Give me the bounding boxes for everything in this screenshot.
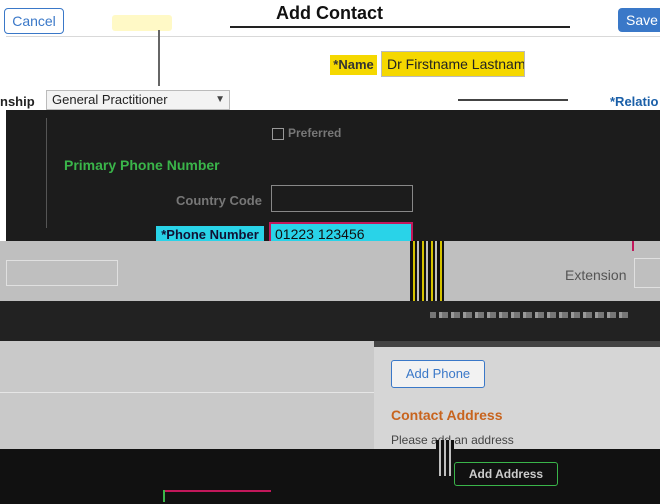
bottom-panel xyxy=(0,449,660,504)
relationship-select[interactable]: General Practitioner ▼ xyxy=(46,90,230,110)
country-code-field[interactable] xyxy=(271,185,413,212)
title-underline xyxy=(230,26,570,28)
dark-strip xyxy=(0,301,660,341)
left-form-area xyxy=(0,341,374,449)
add-address-button[interactable]: Add Address xyxy=(454,462,558,486)
relationship-label-right: *Relatio xyxy=(610,94,659,109)
preferred-checkbox[interactable] xyxy=(272,128,284,140)
render-artifact-bottom xyxy=(436,440,454,476)
add-phone-button[interactable]: Add Phone xyxy=(391,360,485,388)
name-field[interactable]: Dr Firstname Lastname xyxy=(381,51,525,77)
preferred-label: Preferred xyxy=(288,126,342,140)
save-button[interactable]: Save xyxy=(618,8,660,32)
relationship-divider xyxy=(458,99,568,101)
phone-number-input[interactable] xyxy=(6,260,118,286)
name-label: *Name xyxy=(330,55,377,75)
render-artifact-strip xyxy=(430,312,630,318)
page-title: Add Contact xyxy=(276,3,383,23)
contact-address-title: Contact Address xyxy=(391,407,503,423)
extension-label: Extension xyxy=(565,267,627,283)
bottom-focus-edge xyxy=(163,490,165,502)
country-code-label: Country Code xyxy=(176,193,262,208)
render-artifact xyxy=(410,241,444,309)
relationship-select-value: General Practitioner xyxy=(52,92,168,107)
bottom-focus-rule xyxy=(163,490,271,492)
extension-field[interactable] xyxy=(634,258,660,288)
cancel-button[interactable]: Cancel xyxy=(4,8,64,34)
primary-phone-section-title: Primary Phone Number xyxy=(64,157,220,173)
phone-modal-divider xyxy=(46,118,47,228)
left-form-divider xyxy=(0,392,374,393)
focus-indicator xyxy=(632,241,634,251)
relationship-label-left: nship xyxy=(0,94,35,109)
header-divider xyxy=(6,36,660,37)
callout-line xyxy=(158,30,160,86)
ghost-chip xyxy=(112,15,172,31)
chevron-down-icon: ▼ xyxy=(215,94,225,105)
